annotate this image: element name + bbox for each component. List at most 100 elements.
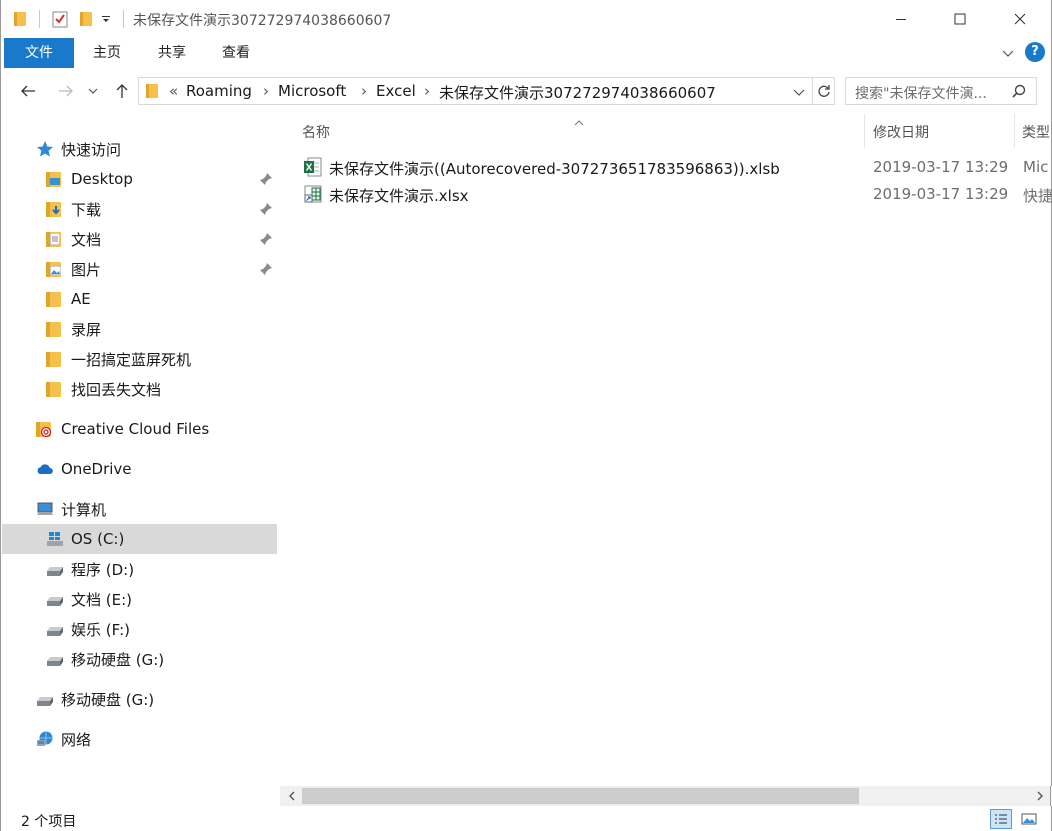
arrow-right-icon	[59, 85, 73, 97]
divider	[39, 10, 40, 28]
file-row[interactable]: 未保存文件演示((Autorecovered-30727365178359686…	[300, 154, 1052, 181]
ribbon-tabs: 文件 主页 共享 查看 ?	[0, 38, 1052, 68]
up-button[interactable]	[109, 78, 135, 104]
breadcrumb-excel[interactable]: Excel	[376, 82, 416, 100]
nav-item-pictures[interactable]: 图片	[2, 254, 277, 284]
scroll-right-button[interactable]	[1031, 788, 1049, 804]
chevron-down-icon	[793, 89, 805, 96]
breadcrumb-microsoft[interactable]: Microsoft	[278, 82, 346, 100]
details-view-icon	[995, 814, 1007, 824]
nav-item-ae[interactable]: AE	[2, 284, 277, 314]
file-type: Mic	[1023, 158, 1049, 176]
nav-drive-f[interactable]: 娱乐 (F:)	[2, 614, 277, 644]
expand-ribbon-icon[interactable]	[1001, 46, 1015, 64]
pin-icon[interactable]	[259, 262, 273, 276]
minimize-button[interactable]	[877, 0, 925, 38]
column-divider[interactable]	[1014, 114, 1015, 148]
file-type: 快捷	[1023, 187, 1052, 205]
breadcrumb-overflow[interactable]: «	[169, 82, 178, 100]
nav-item-bsod-fix[interactable]: 一招搞定蓝屏死机	[2, 344, 277, 374]
nav-item-recover-documents[interactable]: 找回丢失文档	[2, 374, 277, 404]
nav-label: 下载	[71, 200, 102, 219]
refresh-icon	[817, 85, 830, 97]
pin-icon[interactable]	[259, 232, 273, 246]
large-icons-view-button[interactable]	[1018, 809, 1040, 829]
column-divider[interactable]	[864, 114, 865, 148]
sort-ascending-icon	[574, 114, 584, 130]
tab-share[interactable]: 共享	[151, 38, 193, 68]
breadcrumb-roaming[interactable]: Roaming	[186, 82, 252, 100]
nav-label: 娱乐 (F:)	[71, 620, 130, 639]
nav-label: AE	[71, 290, 91, 308]
nav-item-downloads[interactable]: 下载	[2, 194, 277, 224]
file-row[interactable]: 未保存文件演示.xlsx 2019-03-17 13:29 快捷	[300, 181, 1052, 208]
address-bar[interactable]: « Roaming › Microsoft › Excel › 未保存文件演示3…	[138, 77, 813, 105]
nav-drive-g[interactable]: 移动硬盘 (G:)	[2, 644, 277, 674]
window-title: 未保存文件演示307272974038660607	[133, 13, 392, 29]
divider	[123, 10, 124, 28]
nav-drive-e[interactable]: 文档 (E:)	[2, 584, 277, 614]
breadcrumb-separator: ›	[361, 82, 367, 100]
chevron-left-icon	[288, 791, 294, 801]
horizontal-scrollbar[interactable]	[280, 786, 1051, 806]
pin-icon[interactable]	[259, 172, 273, 186]
address-row: « Roaming › Microsoft › Excel › 未保存文件演示3…	[0, 68, 1052, 114]
drive-icon	[46, 620, 64, 638]
tab-file[interactable]: 文件	[4, 38, 74, 68]
scroll-thumb[interactable]	[302, 788, 859, 804]
recent-locations-button[interactable]	[85, 78, 101, 104]
cloud-icon	[36, 460, 54, 478]
help-button[interactable]: ?	[1025, 42, 1045, 62]
column-header-type[interactable]: 类型	[1022, 122, 1050, 142]
nav-label: 文档 (E:)	[71, 590, 133, 609]
close-button[interactable]	[996, 0, 1044, 38]
search-icon	[1012, 84, 1026, 102]
nav-item-screen-recording[interactable]: 录屏	[2, 314, 277, 344]
file-name: 未保存文件演示.xlsx	[329, 187, 469, 205]
creative-cloud-icon	[36, 420, 54, 438]
back-button[interactable]	[15, 78, 41, 104]
search-input[interactable]: 搜索"未保存文件演...	[845, 77, 1037, 105]
download-folder-icon	[46, 200, 64, 218]
drive-icon	[46, 650, 64, 668]
nav-item-documents[interactable]: 文档	[2, 224, 277, 254]
excel-xlsb-icon	[303, 157, 323, 181]
folder-icon	[46, 380, 64, 398]
details-view-button[interactable]	[990, 809, 1012, 829]
refresh-button[interactable]	[813, 77, 835, 105]
nav-network[interactable]: 网络	[2, 724, 277, 754]
drive-icon	[36, 690, 54, 708]
breadcrumb-current-folder[interactable]: 未保存文件演示307272974038660607	[439, 82, 716, 103]
folder-icon	[46, 290, 64, 308]
nav-label: 程序 (D:)	[71, 560, 135, 579]
file-list: 名称 修改日期 类型 未保存文件演示((Autorecovered-307273…	[280, 114, 1052, 786]
new-folder-icon[interactable]	[79, 8, 95, 30]
scroll-left-button[interactable]	[282, 788, 300, 804]
nav-creative-cloud[interactable]: Creative Cloud Files	[2, 414, 277, 444]
documents-folder-icon	[46, 230, 64, 248]
nav-quick-access[interactable]: 快速访问	[2, 134, 277, 164]
nav-label: 录屏	[71, 320, 102, 339]
nav-item-desktop[interactable]: Desktop	[2, 164, 277, 194]
nav-onedrive[interactable]: OneDrive	[2, 454, 277, 484]
nav-removable-drive[interactable]: 移动硬盘 (G:)	[2, 684, 277, 714]
column-header-name[interactable]: 名称	[302, 122, 330, 142]
maximize-button[interactable]	[936, 0, 984, 38]
address-history-button[interactable]	[793, 86, 805, 102]
nav-label: 快速访问	[61, 140, 122, 159]
forward-button[interactable]	[53, 78, 79, 104]
nav-computer[interactable]: 计算机	[2, 494, 277, 524]
file-name: 未保存文件演示((Autorecovered-30727365178359686…	[329, 160, 780, 178]
nav-label: 文档	[71, 230, 102, 249]
tab-home[interactable]: 主页	[86, 38, 128, 68]
nav-label: 一招搞定蓝屏死机	[71, 350, 192, 369]
column-header-modified[interactable]: 修改日期	[873, 122, 929, 142]
customize-toolbar-icon[interactable]	[101, 8, 111, 30]
pin-icon[interactable]	[259, 202, 273, 216]
title-bar: 未保存文件演示307272974038660607	[0, 0, 1052, 38]
nav-drive-c[interactable]: OS (C:)	[2, 524, 277, 554]
properties-icon[interactable]	[52, 8, 68, 30]
tab-view[interactable]: 查看	[215, 38, 257, 68]
folder-icon	[145, 83, 161, 99]
nav-drive-d[interactable]: 程序 (D:)	[2, 554, 277, 584]
